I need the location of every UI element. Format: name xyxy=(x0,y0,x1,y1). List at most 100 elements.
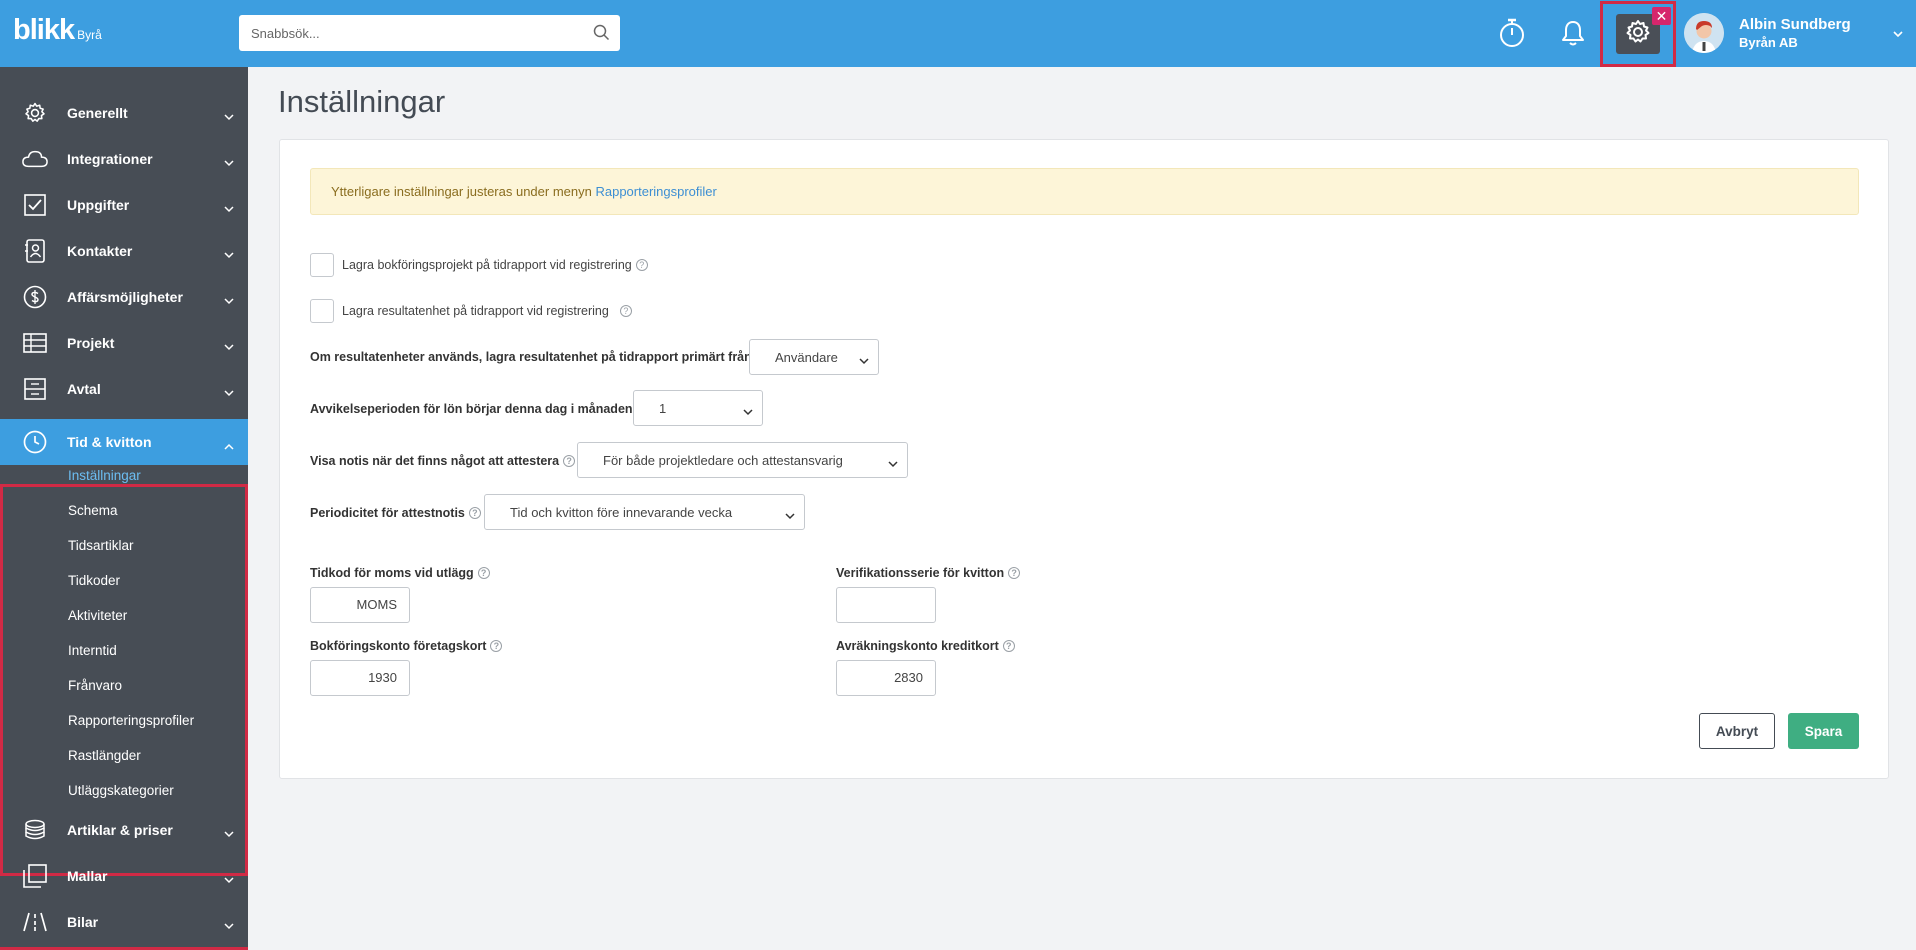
chevron-down-icon xyxy=(743,404,753,419)
sidebar-item-avtal[interactable]: Avtal xyxy=(0,366,248,412)
sidebar-item-label: Kontakter xyxy=(67,243,133,259)
sidebar-subitem-franvaro[interactable]: Frånvaro xyxy=(68,678,122,693)
avatar[interactable] xyxy=(1684,13,1724,53)
sidebar-item-kontakter[interactable]: Kontakter xyxy=(0,228,248,274)
search-box xyxy=(239,15,620,51)
sidebar-item-generellt[interactable]: Generellt xyxy=(0,90,248,136)
avvikelseperiod-label: Avvikelseperioden för lön börjar denna d… xyxy=(310,402,633,416)
chevron-down-icon xyxy=(224,917,234,935)
checkbox-row-bokforingsprojekt: Lagra bokföringsprojekt på tidrapport vi… xyxy=(310,253,648,277)
checkbox-row-resultatenhet: Lagra resultatenhet på tidrapport vid re… xyxy=(310,299,632,323)
tidkod-moms-label: Tidkod för moms vid utlägg ? xyxy=(310,566,490,580)
chevron-down-icon xyxy=(859,353,869,368)
sidebar-item-artiklar-priser[interactable]: Artiklar & priser xyxy=(0,807,248,853)
help-icon[interactable]: ? xyxy=(619,305,632,317)
select-value: Tid och kvitton före innevarande vecka xyxy=(510,504,733,520)
sidebar-item-uppgifter[interactable]: Uppgifter xyxy=(0,182,248,228)
sidebar-subitem-installningar[interactable]: Inställningar xyxy=(68,468,141,483)
checkbox-bokforingsprojekt[interactable] xyxy=(310,253,334,277)
close-icon[interactable]: ✕ xyxy=(1652,7,1671,25)
cloud-icon xyxy=(22,147,48,171)
select-value: För både projektledare och attestansvari… xyxy=(603,452,843,468)
sidebar-subitem-tidkoder[interactable]: Tidkoder xyxy=(68,573,120,588)
sidebar-item-label: Mallar xyxy=(67,868,108,884)
help-icon[interactable]: ? xyxy=(635,259,648,271)
avvikelseperiod-select[interactable]: 1 xyxy=(633,390,763,426)
sidebar-item-label: Generellt xyxy=(67,105,128,121)
logo-sub: Byrå xyxy=(77,28,102,42)
copy-icon xyxy=(22,864,48,888)
coins-icon xyxy=(22,818,48,842)
user-name[interactable]: Albin Sundberg xyxy=(1739,16,1851,33)
help-icon[interactable]: ? xyxy=(563,455,576,467)
help-icon[interactable]: ? xyxy=(477,567,490,579)
label-text: Bokföringskonto företagskort xyxy=(310,639,487,653)
sidebar-item-bilar[interactable]: Bilar xyxy=(0,899,248,945)
help-icon[interactable]: ? xyxy=(468,507,481,519)
sidebar-item-tid-kvitton[interactable]: Tid & kvitton xyxy=(0,419,248,465)
chevron-down-icon xyxy=(224,200,234,218)
attest-notis-select[interactable]: För både projektledare och attestansvari… xyxy=(577,442,908,478)
attest-periodicitet-select[interactable]: Tid och kvitton före innevarande vecka xyxy=(484,494,805,530)
sidebar: Generellt Integrationer Uppgifter Kontak… xyxy=(0,67,248,950)
verifikationsserie-label: Verifikationsserie för kvitton ? xyxy=(836,566,1021,580)
stopwatch-icon[interactable] xyxy=(1494,15,1530,51)
chevron-down-icon xyxy=(224,246,234,264)
chevron-down-icon[interactable] xyxy=(1892,25,1904,43)
verifikationsserie-input[interactable] xyxy=(836,587,936,623)
avrakningskonto-input[interactable]: 2830 xyxy=(836,660,936,696)
chevron-down-icon xyxy=(224,871,234,889)
help-icon[interactable]: ? xyxy=(1008,567,1021,579)
avrakningskonto-label: Avräkningskonto kreditkort ? xyxy=(836,639,1015,653)
sidebar-item-label: Projekt xyxy=(67,335,115,351)
bell-icon[interactable] xyxy=(1555,15,1591,51)
sidebar-subitem-rapporteringsprofiler[interactable]: Rapporteringsprofiler xyxy=(68,713,194,728)
sidebar-item-label: Bilar xyxy=(67,914,99,930)
sidebar-subitem-tidsartiklar[interactable]: Tidsartiklar xyxy=(68,538,134,553)
road-icon xyxy=(22,910,48,934)
info-notice: Ytterligare inställningar justeras under… xyxy=(310,168,1859,215)
sidebar-item-label: Avtal xyxy=(67,381,101,397)
help-icon[interactable]: ? xyxy=(1002,640,1015,652)
tidkod-moms-input[interactable]: MOMS xyxy=(310,587,410,623)
sidebar-subitem-utlaggskategorier[interactable]: Utläggskategorier xyxy=(68,783,174,798)
checkbox-icon xyxy=(22,193,48,217)
label-text: Visa notis när det finns något att attes… xyxy=(310,454,560,468)
search-input[interactable] xyxy=(239,15,569,51)
help-icon[interactable]: ? xyxy=(490,640,503,652)
label-text: Verifikationsserie för kvitton xyxy=(836,566,1005,580)
attest-notis-label: Visa notis när det finns något att attes… xyxy=(310,454,576,468)
chevron-down-icon xyxy=(224,384,234,402)
sidebar-item-mallar[interactable]: Mallar xyxy=(0,853,248,899)
checkbox-resultatenhet[interactable] xyxy=(310,299,334,323)
checkbox-label: Lagra bokföringsprojekt på tidrapport vi… xyxy=(342,258,632,272)
clock-icon xyxy=(22,430,48,454)
search-icon[interactable] xyxy=(593,24,610,46)
chevron-down-icon xyxy=(888,456,898,471)
sidebar-subitem-schema[interactable]: Schema xyxy=(68,503,118,518)
sidebar-item-integrationer[interactable]: Integrationer xyxy=(0,136,248,182)
sidebar-item-label: Affärsmöjligheter xyxy=(67,289,183,305)
chevron-up-icon xyxy=(224,437,234,455)
sidebar-item-affarsmojligheter[interactable]: Affärsmöjligheter xyxy=(0,274,248,320)
sidebar-subitem-interntid[interactable]: Interntid xyxy=(68,643,117,658)
sidebar-subitem-rastlangder[interactable]: Rastlängder xyxy=(68,748,141,763)
bokforingskonto-input[interactable]: 1930 xyxy=(310,660,410,696)
chevron-down-icon xyxy=(224,108,234,126)
sidebar-item-projekt[interactable]: Projekt xyxy=(0,320,248,366)
sidebar-item-label: Integrationer xyxy=(67,151,153,167)
resultatenhet-source-select[interactable]: Användare xyxy=(749,339,879,375)
save-button[interactable]: Spara xyxy=(1788,713,1859,749)
sidebar-item-label: Uppgifter xyxy=(67,197,130,213)
sidebar-subitem-aktiviteter[interactable]: Aktiviteter xyxy=(68,608,127,623)
chevron-down-icon xyxy=(224,292,234,310)
sidebar-item-label: Tid & kvitton xyxy=(67,434,152,450)
settings-highlight: ✕ xyxy=(1600,1,1676,67)
notice-link[interactable]: Rapporteringsprofiler xyxy=(595,184,716,199)
archive-icon xyxy=(22,377,48,401)
gear-icon xyxy=(22,101,48,125)
logo[interactable]: blikk Byrå xyxy=(13,14,102,47)
notice-text: Ytterligare inställningar justeras under… xyxy=(331,184,596,199)
gear-icon xyxy=(1624,18,1652,51)
cancel-button[interactable]: Avbryt xyxy=(1699,713,1775,749)
